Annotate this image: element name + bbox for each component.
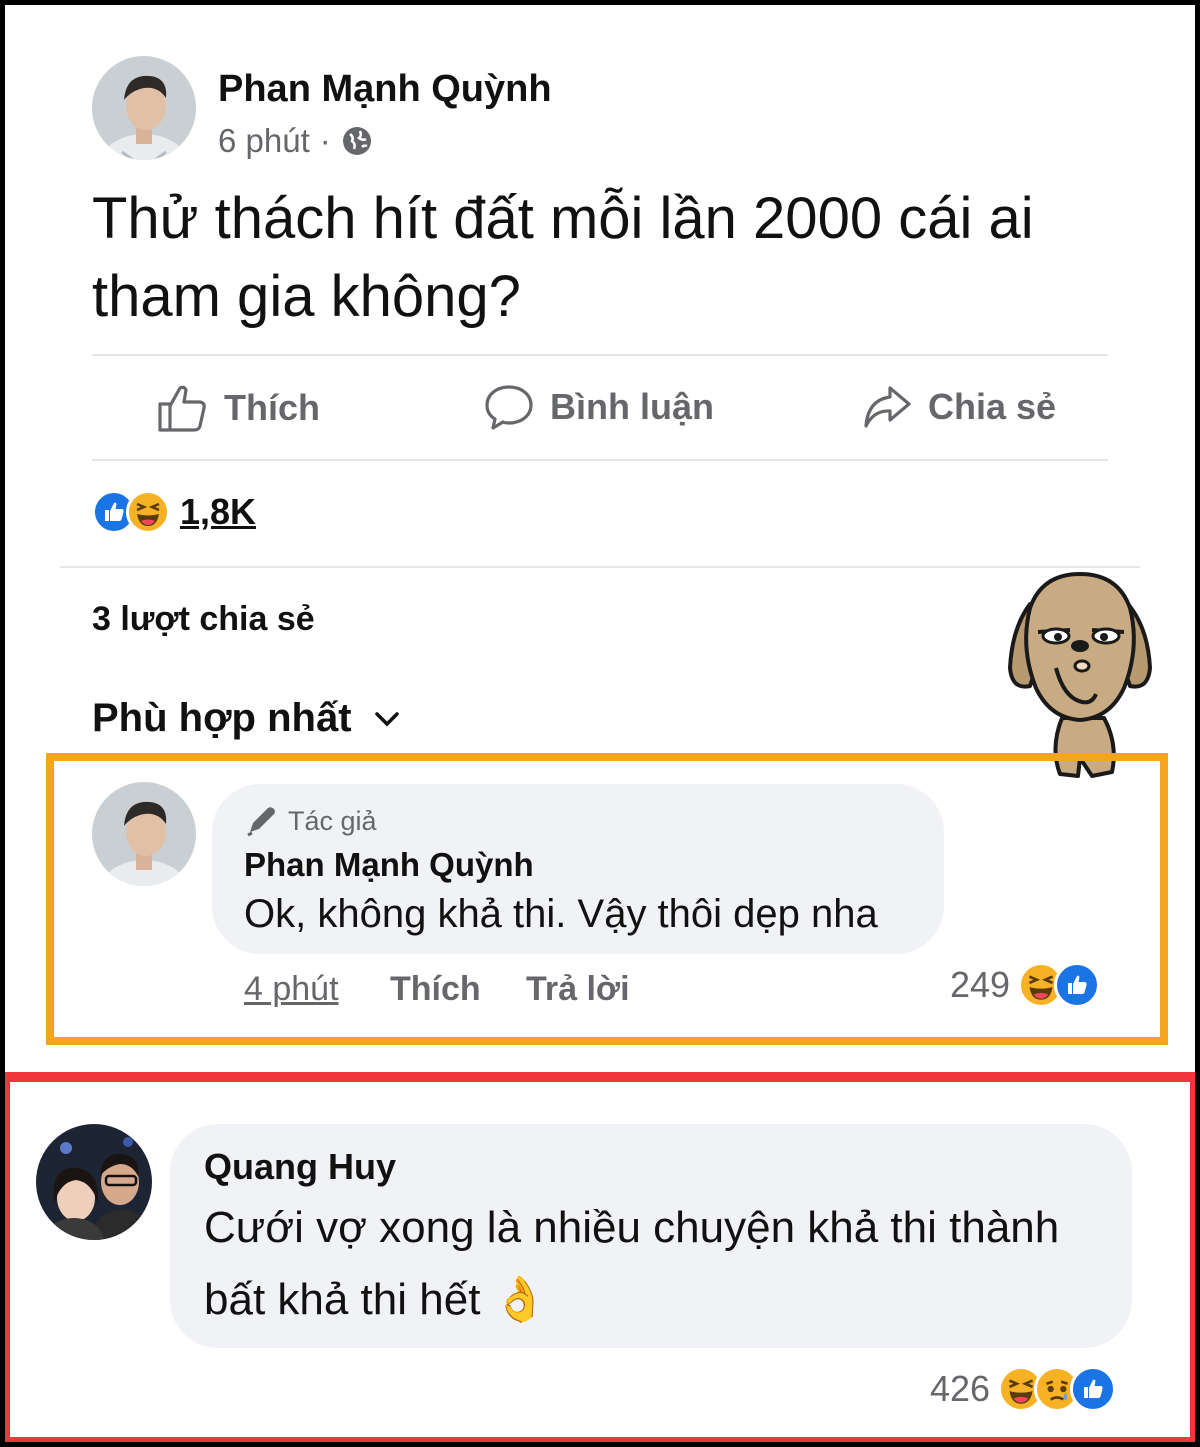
globe-icon [342,127,371,155]
chevron-down-icon [374,711,399,726]
divider [92,354,1108,356]
dog-sticker [1008,572,1152,778]
share-button[interactable]: Chia sẻ [862,382,1056,432]
like-icon [158,385,206,432]
comment-author-avatar[interactable] [36,1124,152,1240]
post-text: Thử thách hít đất mỗi lần 2000 cái ai th… [92,186,1034,329]
like-button[interactable]: Thích [156,382,320,434]
comment-button[interactable]: Bình luận [484,382,714,432]
comment-sort-dropdown[interactable]: Phù hợp nhất [92,696,400,741]
comment-reactions[interactable]: 249 [950,962,1101,1008]
comment-like-button[interactable]: Thích [390,970,481,1009]
post-meta: 6 phút · [218,122,373,160]
comment-author-name[interactable]: Quang Huy [204,1146,396,1188]
haha-reaction-icon [126,490,170,534]
comment-author-name[interactable]: Phan Mạnh Quỳnh [244,846,534,884]
author-badge: Tác giả [244,804,377,838]
post-reactions[interactable]: 1,8K [92,490,256,534]
share-button-label: Chia sẻ [928,386,1057,427]
like-reaction-icon [1054,962,1101,1008]
comment-time[interactable]: 4 phút [244,970,339,1009]
like-reaction-icon [1070,1366,1117,1412]
divider [60,566,1140,568]
comment-reply-button[interactable]: Trả lời [526,970,630,1009]
comment-text: Cưới vợ xong là nhiều chuyện khả thi thà… [204,1203,1060,1324]
post-time[interactable]: 6 phút [218,122,310,160]
post-author-name[interactable]: Phan Mạnh Quỳnh [218,68,552,111]
like-button-label: Thích [224,387,320,428]
meta-separator: · [319,122,331,159]
share-count[interactable]: 3 lượt chia sẻ [92,600,315,639]
share-icon [864,386,911,428]
comment-reaction-count: 426 [930,1368,991,1409]
comment-icon [485,385,533,430]
divider [92,459,1108,461]
pencil-icon [247,807,275,837]
author-badge-label: Tác giả [288,805,377,836]
comment-author-avatar[interactable] [92,782,196,886]
comment-button-label: Bình luận [550,386,714,427]
comment-reactions[interactable]: 426 [930,1366,1117,1412]
comment-text: Ok, không khả thi. Vậy thôi dẹp nha [244,892,878,936]
comment-reaction-count: 249 [950,964,1011,1005]
sort-label: Phù hợp nhất [92,696,352,740]
post-reaction-count[interactable]: 1,8K [180,491,256,533]
post-author-avatar[interactable] [92,56,196,160]
